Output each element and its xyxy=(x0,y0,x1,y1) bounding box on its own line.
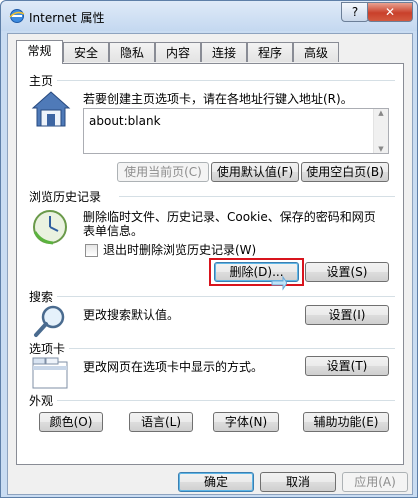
tab-advanced[interactable]: 高级 xyxy=(293,42,339,62)
home-section-title: 主页 xyxy=(29,74,54,88)
mouse-pointer-icon xyxy=(271,275,287,291)
appearance-section-title: 外观 xyxy=(29,394,54,408)
home-url-scrollbar[interactable]: ▲ ▼ xyxy=(373,109,388,153)
tab-privacy[interactable]: 隐私 xyxy=(109,42,155,62)
scroll-up-arrow-icon[interactable]: ▲ xyxy=(374,109,388,117)
tabs-divider xyxy=(69,348,395,349)
search-description: 更改搜索默认值。 xyxy=(83,308,180,322)
close-button[interactable]: ✕ xyxy=(367,2,413,22)
internet-options-window: Internet 属性 ? ✕ 常规 安全 隐私 内容 连接 程序 高级 主页 … xyxy=(0,0,418,498)
home-url-value: about:blank xyxy=(89,114,161,128)
home-description: 若要创建主页选项卡，请在各地址行键入地址(R)。 xyxy=(83,92,353,106)
tabs-section-title: 选项卡 xyxy=(29,342,66,356)
colors-button[interactable]: 颜色(O) xyxy=(39,412,103,432)
search-section-title: 搜索 xyxy=(29,290,54,304)
delete-on-exit-label[interactable]: 退出时删除浏览历史记录(W) xyxy=(103,243,256,257)
tab-general[interactable]: 常规 xyxy=(16,40,63,64)
scroll-down-arrow-icon[interactable]: ▼ xyxy=(374,145,388,153)
home-url-textarea[interactable]: about:blank ▲ ▼ xyxy=(83,108,389,154)
help-button[interactable]: ? xyxy=(341,2,369,22)
general-tab-panel: 主页 若要创建主页选项卡，请在各地址行键入地址(R)。 about:blank … xyxy=(16,63,404,465)
apply-button[interactable]: 应用(A) xyxy=(342,472,408,492)
tabs-description: 更改网页在选项卡中显示的方式。 xyxy=(83,360,264,374)
history-description-line1: 删除临时文件、历史记录、Cookie、保存的密码和网页 xyxy=(83,210,376,224)
home-divider xyxy=(57,80,395,81)
history-clock-icon xyxy=(33,210,67,245)
history-section-title: 浏览历史记录 xyxy=(29,190,102,204)
history-settings-button[interactable]: 设置(S) xyxy=(305,262,389,282)
tab-programs[interactable]: 程序 xyxy=(247,42,293,62)
use-blank-button[interactable]: 使用空白页(B) xyxy=(301,162,389,182)
tab-content[interactable]: 内容 xyxy=(155,42,201,62)
languages-button[interactable]: 语言(L) xyxy=(129,412,193,432)
appearance-divider xyxy=(57,400,395,401)
use-default-button[interactable]: 使用默认值(F) xyxy=(211,162,299,182)
use-current-button[interactable]: 使用当前页(C) xyxy=(117,162,209,182)
dialog-footer: 确定 取消 应用(A) xyxy=(8,472,412,494)
internet-explorer-icon xyxy=(9,9,25,23)
window-title: Internet 属性 xyxy=(29,11,105,25)
tabs-settings-button[interactable]: 设置(T) xyxy=(305,356,389,376)
cancel-button[interactable]: 取消 xyxy=(260,472,336,492)
search-settings-button[interactable]: 设置(I) xyxy=(305,305,389,325)
dialog-content: 常规 安全 隐私 内容 连接 程序 高级 主页 若要创建主页选项卡，请在各地址行… xyxy=(7,33,413,495)
accessibility-button[interactable]: 辅助功能(E) xyxy=(303,412,389,432)
delete-on-exit-checkbox[interactable] xyxy=(85,244,98,257)
title-bar[interactable]: Internet 属性 ? ✕ xyxy=(1,1,417,31)
magnifier-icon xyxy=(34,305,65,337)
history-description-line2: 表单信息。 xyxy=(83,224,144,238)
history-divider xyxy=(119,196,395,197)
house-icon xyxy=(31,91,71,127)
tab-security[interactable]: 安全 xyxy=(63,42,109,62)
tabs-window-icon xyxy=(32,357,68,389)
ok-button[interactable]: 确定 xyxy=(178,472,254,492)
search-divider xyxy=(57,296,395,297)
fonts-button[interactable]: 字体(N) xyxy=(213,412,279,432)
tab-connections[interactable]: 连接 xyxy=(201,42,247,62)
